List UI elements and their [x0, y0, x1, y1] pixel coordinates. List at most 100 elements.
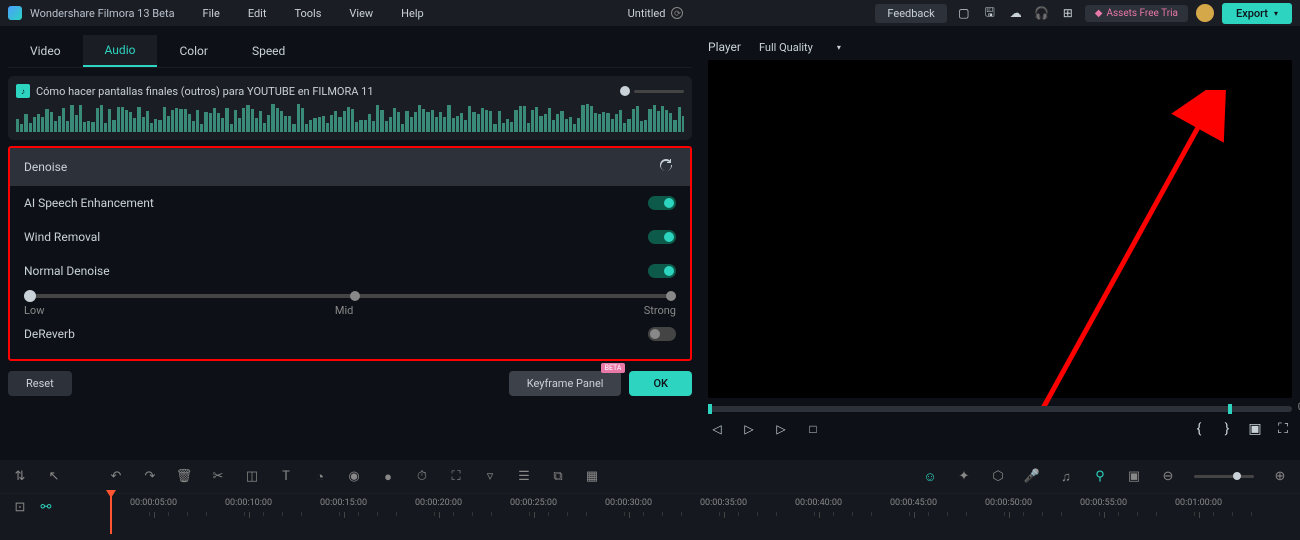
keyframe-panel-button[interactable]: Keyframe Panel: [509, 371, 622, 396]
zoom-in-icon[interactable]: ⊕: [1272, 469, 1288, 485]
clip-volume-slider[interactable]: [380, 86, 684, 96]
mic-icon[interactable]: 🎤: [1024, 469, 1040, 485]
pointer-icon[interactable]: ↖: [46, 469, 62, 485]
link-tracks-icon[interactable]: ⚯: [38, 499, 54, 515]
export-button[interactable]: Export ▾: [1222, 3, 1292, 24]
playhead[interactable]: [110, 494, 112, 534]
slider-low: Low: [24, 304, 44, 317]
avatar[interactable]: [1196, 4, 1214, 22]
reset-button[interactable]: Reset: [8, 371, 72, 396]
cloud-icon[interactable]: ☁: [1007, 4, 1025, 22]
dereverb-toggle[interactable]: [648, 327, 676, 341]
headphones-icon[interactable]: 🎧: [1033, 4, 1051, 22]
clip-title: Cómo hacer pantallas finales (outros) pa…: [36, 85, 374, 98]
snapshot-icon[interactable]: ⛶: [1274, 420, 1292, 438]
reset-icon[interactable]: [658, 158, 676, 176]
settings-icon[interactable]: ☰: [516, 469, 532, 485]
assets-free-trial-button[interactable]: ◆ Assets Free Tria: [1085, 5, 1188, 22]
link-icon[interactable]: ⧉: [550, 469, 566, 485]
marker-icon[interactable]: ▿: [482, 469, 498, 485]
wind-removal-row: Wind Removal: [10, 220, 690, 254]
mark-out-button[interactable]: }: [1218, 420, 1236, 438]
timeline: ⇅ ↖ ↶ ↷ 🗑 ✂ ◫ T ◔ ◉ ● ⏱ ⛶ ▿ ☰ ⧉ ▦ ☺ ✦ ⬡ …: [0, 460, 1300, 540]
speed-icon[interactable]: ◔: [312, 469, 328, 485]
player-header: Player Full Quality ▾: [708, 34, 1292, 60]
group-icon[interactable]: ▦: [584, 469, 600, 485]
ai-speech-toggle[interactable]: [648, 196, 676, 210]
menu-help[interactable]: Help: [389, 3, 436, 24]
undo-icon[interactable]: ↶: [108, 469, 124, 485]
denoise-header[interactable]: Denoise: [10, 148, 690, 186]
waveform: [16, 102, 684, 132]
app-title: Wondershare Filmora 13 Beta: [30, 7, 175, 20]
wind-removal-toggle[interactable]: [648, 230, 676, 244]
zoom-slider[interactable]: [1194, 475, 1254, 478]
prev-frame-button[interactable]: ◁: [708, 420, 726, 438]
denoise-label: Denoise: [24, 160, 67, 174]
zoom-out-icon[interactable]: ⊖: [1160, 469, 1176, 485]
layout-icon[interactable]: ▢: [955, 4, 973, 22]
chevron-down-icon: ▾: [837, 43, 841, 52]
ok-button[interactable]: OK: [629, 371, 692, 396]
clip-header: ♪ Cómo hacer pantallas finales (outros) …: [8, 76, 692, 140]
normal-denoise-label: Normal Denoise: [24, 264, 110, 278]
slider-thumb: [620, 86, 630, 96]
slider-mid: Mid: [335, 304, 353, 317]
ai-icon[interactable]: ☺: [922, 469, 938, 485]
fit-icon[interactable]: ⛶: [448, 469, 464, 485]
topbar-right: Feedback ▢ 🖫 ☁ 🎧 ⊞ ◆ Assets Free Tria Ex…: [875, 3, 1292, 24]
gem-icon: ◆: [1095, 8, 1103, 19]
play-button[interactable]: ▷: [740, 420, 758, 438]
feedback-button[interactable]: Feedback: [875, 4, 946, 23]
beta-badge: BETA: [601, 363, 626, 373]
dereverb-row: DeReverb: [10, 317, 690, 351]
delete-icon[interactable]: 🗑: [176, 469, 192, 485]
main-split: Video Audio Color Speed ♪ Cómo hacer pan…: [0, 26, 1300, 446]
property-tabs: Video Audio Color Speed: [8, 34, 692, 68]
redo-icon[interactable]: ↷: [142, 469, 158, 485]
menu-file[interactable]: File: [191, 3, 232, 24]
quality-select[interactable]: Full Quality ▾: [759, 41, 841, 54]
menu-edit[interactable]: Edit: [236, 3, 279, 24]
music-icon[interactable]: ♫: [1058, 469, 1074, 485]
shield-icon[interactable]: ⬡: [990, 469, 1006, 485]
magnet-icon[interactable]: ⚲: [1092, 469, 1108, 485]
video-preview[interactable]: [708, 60, 1292, 398]
tab-color[interactable]: Color: [157, 36, 229, 66]
next-frame-button[interactable]: ▷: [772, 420, 790, 438]
denoise-strength-slider[interactable]: Low Mid Strong: [10, 294, 690, 317]
timeline-ticks[interactable]: 00:00:05:0000:00:10:0000:00:15:0000:00:2…: [110, 494, 1300, 520]
expand-tracks-icon[interactable]: ⊡: [12, 499, 28, 515]
menu-view[interactable]: View: [337, 3, 385, 24]
tab-speed[interactable]: Speed: [230, 36, 307, 66]
text-icon[interactable]: T: [278, 469, 294, 485]
timeline-ruler[interactable]: ⊡ ⚯ 00:00:05:0000:00:10:0000:00:15:0000:…: [0, 494, 1300, 520]
record-icon[interactable]: ●: [380, 469, 396, 485]
tab-audio[interactable]: Audio: [83, 35, 158, 67]
sort-icon[interactable]: ⇅: [12, 469, 28, 485]
save-icon[interactable]: 🖫: [981, 4, 999, 22]
apps-icon[interactable]: ⊞: [1059, 4, 1077, 22]
timer-icon[interactable]: ⏱: [414, 469, 430, 485]
mark-in-button[interactable]: {: [1190, 420, 1208, 438]
stop-button[interactable]: □: [804, 420, 822, 438]
crop-icon[interactable]: ◫: [244, 469, 260, 485]
marker-controls: { } ▣ ⛶: [1190, 420, 1292, 438]
normal-denoise-toggle[interactable]: [648, 264, 676, 278]
cut-icon[interactable]: ✂: [210, 469, 226, 485]
assets-label: Assets Free Tria: [1106, 8, 1178, 19]
quality-value: Full Quality: [759, 41, 813, 54]
menu-tools[interactable]: Tools: [282, 3, 333, 24]
snap-icon[interactable]: ▣: [1126, 469, 1142, 485]
effects-icon[interactable]: ✦: [956, 469, 972, 485]
player-label: Player: [708, 40, 741, 54]
playback-controls: ◁ ▷ ▷ □: [708, 420, 822, 438]
video-scrubber[interactable]: 00:00:00:00: [708, 406, 1292, 412]
save-status-icon[interactable]: ⟳: [671, 7, 683, 19]
crop-icon[interactable]: ▣: [1246, 420, 1264, 438]
music-icon: ♪: [16, 84, 30, 98]
color-icon[interactable]: ◉: [346, 469, 362, 485]
slider-labels: Low Mid Strong: [24, 304, 676, 317]
tab-video[interactable]: Video: [8, 36, 83, 66]
ai-speech-label: AI Speech Enhancement: [24, 196, 154, 210]
